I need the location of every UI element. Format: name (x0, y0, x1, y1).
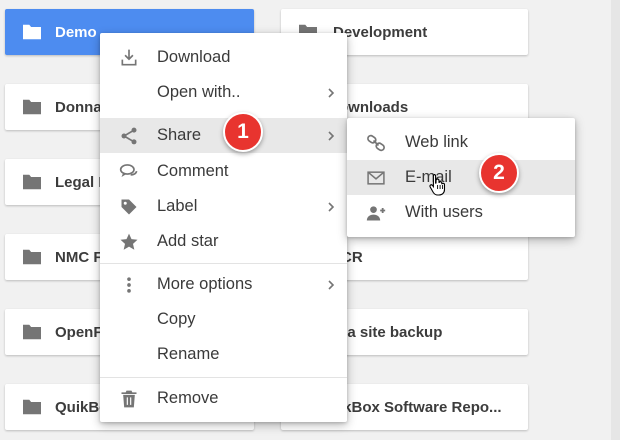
add-user-icon (366, 203, 386, 223)
menu-item-open-with[interactable]: Open with.. (100, 75, 347, 110)
comment-icon (119, 162, 139, 182)
menu-item-label: More options (157, 275, 253, 293)
menu-item-rename[interactable]: Rename (100, 337, 347, 372)
scrollbar-track[interactable] (611, 0, 620, 440)
menu-item-label: Copy (157, 310, 196, 328)
menu-item-add-star[interactable]: Add star (100, 224, 347, 259)
submenu-item-web-link[interactable]: Web link (347, 125, 575, 160)
label-icon (119, 197, 139, 217)
folder-label: Legal I (55, 173, 103, 191)
menu-item-label: Share (157, 126, 202, 144)
menu-item-label: Remove (157, 389, 219, 407)
menu-item-label: Rename (157, 345, 220, 363)
submenu-item-label: Web link (405, 133, 468, 151)
share-icon (119, 126, 139, 146)
folder-label: Donna (55, 98, 102, 116)
menu-item-label[interactable]: Label (100, 189, 347, 224)
chevron-right-icon (325, 201, 337, 213)
folder-icon (21, 98, 43, 116)
menu-divider (100, 263, 347, 264)
link-icon (366, 133, 386, 153)
folder-icon (21, 173, 43, 191)
menu-divider (100, 377, 347, 378)
chevron-right-icon (325, 87, 337, 99)
menu-item-remove[interactable]: Remove (100, 381, 347, 416)
submenu-item-label: With users (405, 203, 483, 221)
step-badge-1: 1 (223, 112, 263, 152)
folder-label: Development (333, 23, 428, 41)
download-icon (119, 48, 139, 68)
submenu-item-with-users[interactable]: With users (347, 195, 575, 230)
menu-item-label: Open with.. (157, 83, 241, 101)
share-submenu: Web link E-mail With users (347, 118, 575, 237)
more-vert-icon (119, 275, 139, 295)
folder-icon (21, 23, 43, 41)
chevron-right-icon (325, 279, 337, 291)
folder-label: NMC F (55, 248, 103, 266)
folder-label: ikBox Software Repo... (339, 398, 502, 416)
menu-item-more-options[interactable]: More options (100, 267, 347, 302)
folder-icon (21, 248, 43, 266)
menu-item-label-text: Label (157, 197, 198, 215)
folder-icon (21, 323, 43, 341)
submenu-item-email[interactable]: E-mail (347, 160, 575, 195)
folder-icon (21, 398, 43, 416)
folder-label: sa site backup (339, 323, 443, 341)
star-icon (119, 232, 139, 252)
menu-item-copy[interactable]: Copy (100, 302, 347, 337)
folder-label: ownloads (339, 98, 409, 116)
menu-item-download[interactable]: Download (100, 40, 347, 75)
menu-item-label: Add star (157, 232, 219, 250)
folder-label: OpenF (55, 323, 103, 341)
menu-item-comment[interactable]: Comment (100, 154, 347, 189)
chevron-right-icon (325, 130, 337, 142)
folder-label: Demo (55, 23, 97, 41)
step-badge-2: 2 (479, 153, 519, 193)
menu-item-label: Comment (157, 162, 229, 180)
hand-cursor-icon (428, 172, 448, 196)
context-menu: Download Open with.. Share Comment Label… (100, 33, 347, 422)
menu-item-label: Download (157, 48, 231, 66)
mail-icon (366, 168, 386, 188)
trash-icon (119, 389, 139, 409)
